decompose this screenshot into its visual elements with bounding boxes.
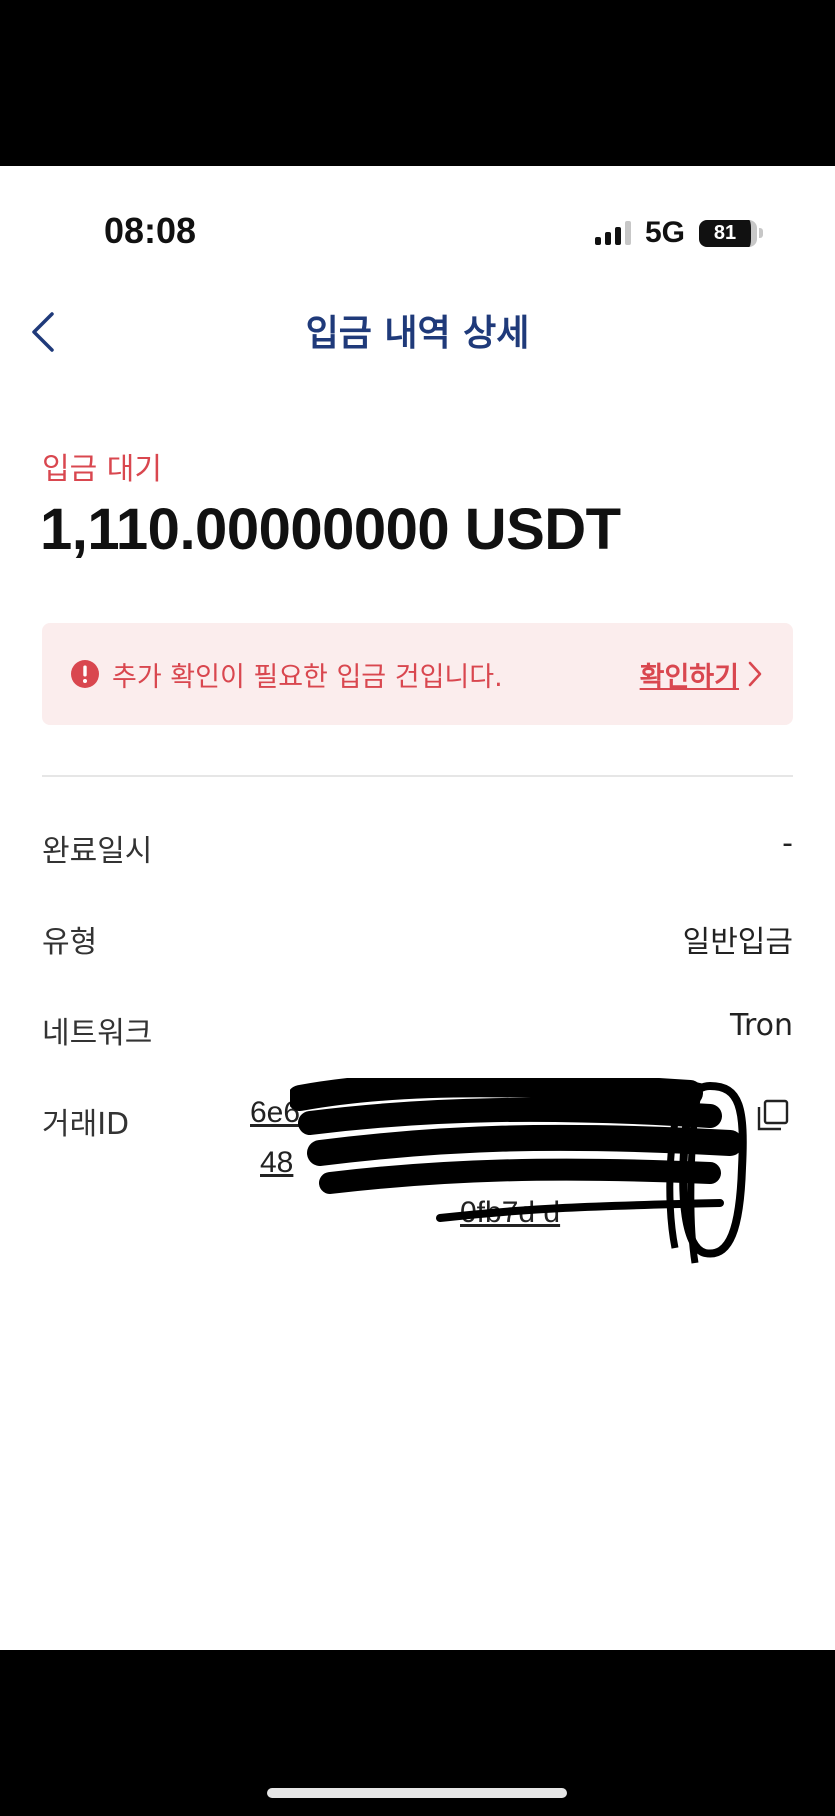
chevron-right-icon [748, 661, 762, 687]
battery-tip [759, 228, 763, 238]
signal-icon [594, 221, 631, 245]
tx-id-label: 거래ID [42, 1107, 130, 1142]
notice-message: 추가 확인이 필요한 입금 건입니다. [112, 661, 503, 693]
battery-level: 81 [699, 219, 757, 247]
deposit-status: 입금 대기 [42, 452, 162, 487]
completed-at-label: 완료일시 [42, 834, 153, 869]
app-screen: 08:08 5G 81 입금 내역 상세 입금 대기 1,110.0000000… [0, 166, 835, 1650]
detail-row-network: 네트워크 Tron [42, 1008, 793, 1052]
status-time: 08:08 [104, 210, 197, 251]
home-indicator [267, 1788, 567, 1798]
detail-row-type: 유형 일반입금 [42, 917, 793, 961]
notice-banner: 추가 확인이 필요한 입금 건입니다. 확인하기 [42, 623, 793, 725]
completed-at-value: - [782, 826, 793, 861]
network-value: Tron [730, 1008, 793, 1043]
detail-row-tx-id: 거래ID [42, 1099, 242, 1143]
battery-icon: 81 [699, 219, 763, 247]
status-indicators: 5G 81 [594, 216, 763, 250]
network-label: 네트워크 [42, 1016, 153, 1051]
redaction-scribble [290, 1078, 747, 1264]
deposit-amount: 1,110.00000000 USDT [40, 497, 621, 562]
detail-row-completed-at: 완료일시 - [42, 826, 793, 870]
copy-icon[interactable] [756, 1098, 790, 1132]
divider [42, 775, 793, 777]
type-value: 일반입금 [682, 925, 793, 960]
page-title: 입금 내역 상세 [305, 313, 530, 354]
alert-icon [71, 660, 99, 688]
verify-link[interactable]: 확인하기 [640, 655, 763, 694]
type-label: 유형 [42, 925, 98, 960]
network-type: 5G [644, 216, 685, 249]
verify-link-label: 확인하기 [639, 661, 739, 693]
